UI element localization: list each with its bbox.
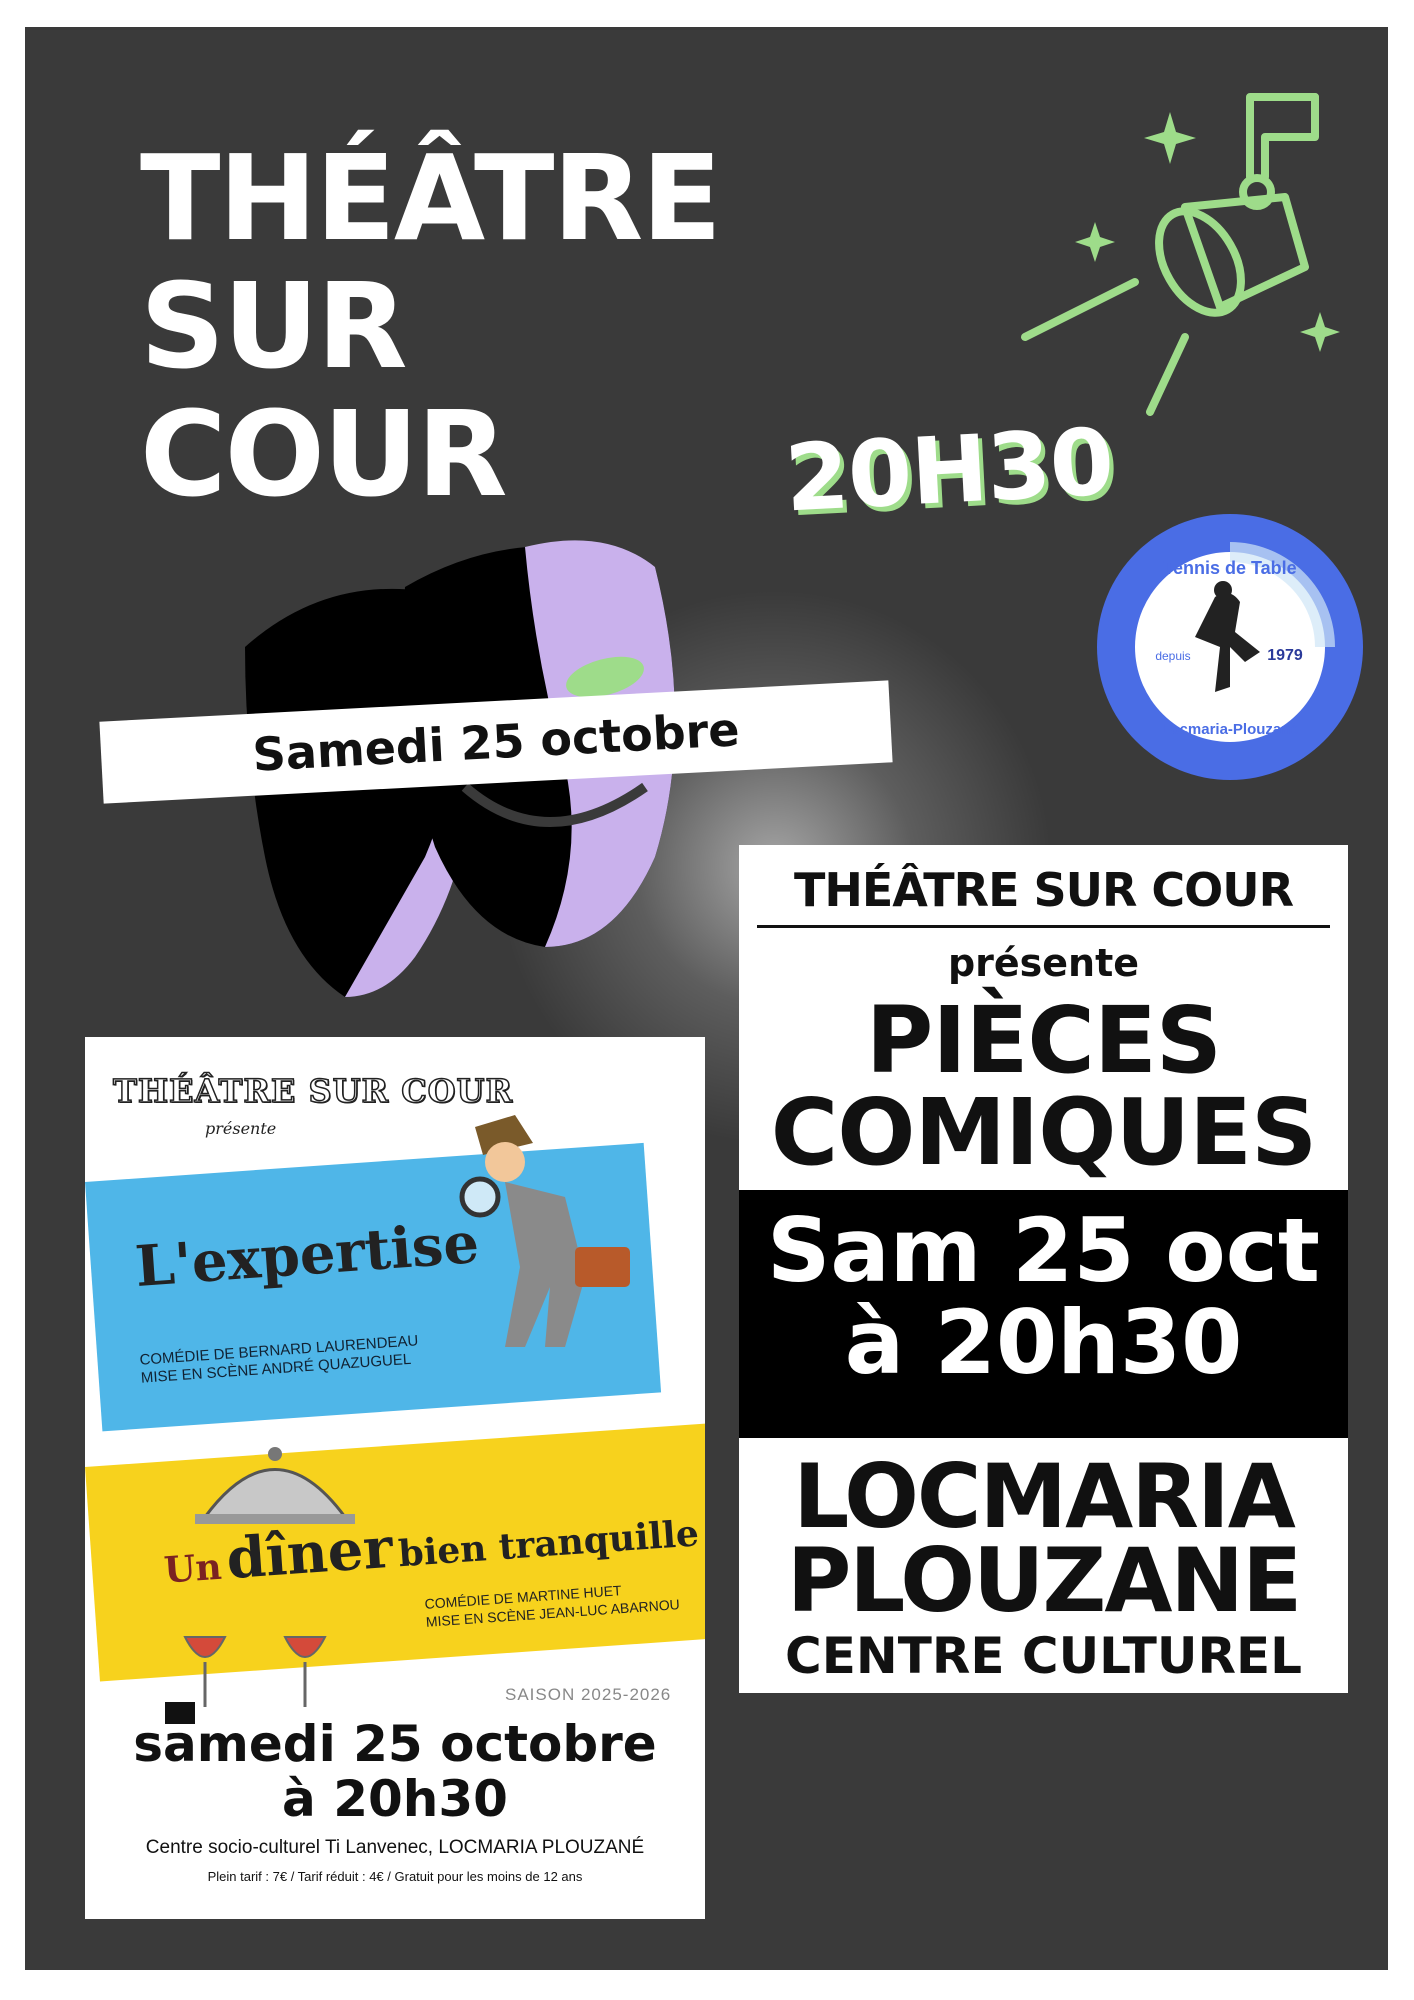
poster: THÉÂTRE SUR COUR 20H30 Samedi 25 octobre — [25, 27, 1388, 1970]
title-line-3: COUR — [140, 385, 508, 523]
mini-poster-prices: Plein tarif : 7€ / Tarif réduit : 4€ / G… — [207, 1869, 583, 1884]
mini-poster-troupe: THÉÂTRE SUR COUR — [112, 1071, 514, 1111]
flyer-date-line1: Sam 25 oct — [767, 1199, 1320, 1302]
sparkle-icon — [1075, 112, 1340, 352]
flyer-heading-rule — [757, 925, 1330, 928]
flyer-venue: CENTRE CULTUREL — [785, 1627, 1302, 1685]
flyer-heading: THÉÂTRE SUR COUR — [793, 863, 1294, 917]
info-flyer: THÉÂTRE SUR COUR présente PIÈCES COMIQUE… — [739, 845, 1348, 1693]
logo-left-text: depuis — [1155, 649, 1190, 663]
flyer-presente: présente — [947, 941, 1140, 985]
mini-poster: THÉÂTRE SUR COUR présente L'expertise CO… — [85, 1037, 705, 1919]
cloche-icon — [195, 1447, 355, 1524]
logo-top-text: Tennis de Table — [1163, 558, 1296, 578]
title-line-2: SUR — [140, 257, 408, 395]
club-logo: Tennis de Table depuis 1979 Locmaria-Plo… — [1097, 514, 1363, 780]
title-line-1: THÉÂTRE — [140, 129, 722, 267]
flyer-pieces: PIÈCES COMIQUES — [739, 995, 1348, 1179]
mini-poster-presente: présente — [205, 1119, 277, 1138]
mini-poster-date: samedi 25 octobre à 20h30 — [85, 1717, 705, 1827]
spotlight-icon — [1021, 93, 1340, 416]
flyer-pieces-line1: PIÈCES — [865, 987, 1222, 1094]
magnifier-icon — [459, 1176, 501, 1218]
logo-year: 1979 — [1267, 647, 1303, 664]
flyer-town-line1: LOCMARIA — [793, 1445, 1296, 1548]
mini-date-line2: à 20h30 — [282, 1770, 508, 1828]
flyer-date: Sam 25 oct à 20h30 — [739, 1199, 1348, 1395]
flyer-town: LOCMARIA PLOUZANE — [739, 1445, 1348, 1632]
flyer-town-line2: PLOUZANE — [786, 1528, 1302, 1632]
event-time-highlight: 20H30 — [782, 408, 1116, 533]
season-label: SAISON 2025-2026 — [505, 1685, 672, 1704]
flyer-pieces-line2: COMIQUES — [770, 1079, 1318, 1186]
mini-poster-venue: Centre socio-culturel Ti Lanvenec, LOCMA… — [145, 1837, 645, 1858]
wine-glass-icon — [165, 1636, 327, 1724]
logo-bottom-text: Locmaria-Plouzané — [1161, 721, 1299, 738]
play2-title-un: Un — [162, 1545, 224, 1592]
flyer-date-line2: à 20h30 — [844, 1291, 1243, 1395]
briefcase-icon — [575, 1247, 630, 1287]
play2-title-diner: dîner — [224, 1514, 395, 1593]
mini-date-line1: samedi 25 octobre — [133, 1715, 657, 1773]
